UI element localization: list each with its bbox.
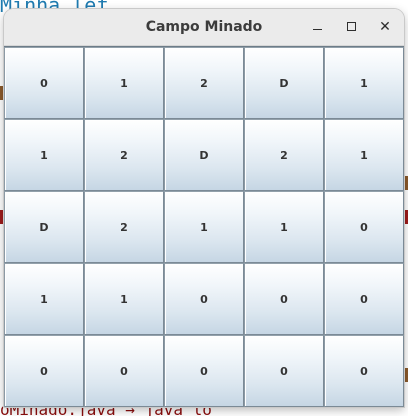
- cell-r3-c1[interactable]: D: [4, 191, 84, 263]
- cell-r1-c3[interactable]: 2: [164, 47, 244, 119]
- cell-r3-c5[interactable]: 0: [324, 191, 404, 263]
- cell-r5-c3[interactable]: 0: [164, 335, 244, 407]
- cell-r1-c5[interactable]: 1: [324, 47, 404, 119]
- cell-r1-c4[interactable]: D: [244, 47, 324, 119]
- maximize-button[interactable]: [340, 16, 362, 38]
- cell-r5-c5[interactable]: 0: [324, 335, 404, 407]
- cell-r2-c5[interactable]: 1: [324, 119, 404, 191]
- cell-r3-c3[interactable]: 1: [164, 191, 244, 263]
- minefield-grid: 0 1 2 D 1 1 2 D 2 1 D 2 1 1 0 1 1 0 0 0 …: [4, 46, 404, 407]
- cell-r2-c1[interactable]: 1: [4, 119, 84, 191]
- cell-r5-c2[interactable]: 0: [84, 335, 164, 407]
- close-button[interactable]: ✕: [374, 16, 396, 38]
- close-icon: ✕: [379, 19, 391, 35]
- app-window: Campo Minado ✕ 0 1 2 D 1 1 2 D 2 1 D 2 1…: [4, 9, 404, 407]
- cell-r1-c1[interactable]: 0: [4, 47, 84, 119]
- cell-r4-c4[interactable]: 0: [244, 263, 324, 335]
- cell-r4-c3[interactable]: 0: [164, 263, 244, 335]
- cell-r3-c2[interactable]: 2: [84, 191, 164, 263]
- cell-r4-c2[interactable]: 1: [84, 263, 164, 335]
- cell-r5-c1[interactable]: 0: [4, 335, 84, 407]
- cell-r2-c2[interactable]: 2: [84, 119, 164, 191]
- title-bar[interactable]: Campo Minado ✕: [4, 9, 404, 46]
- cell-r4-c5[interactable]: 0: [324, 263, 404, 335]
- minimize-icon: [312, 29, 322, 30]
- cell-r5-c4[interactable]: 0: [244, 335, 324, 407]
- cell-r1-c2[interactable]: 1: [84, 47, 164, 119]
- cell-r2-c4[interactable]: 2: [244, 119, 324, 191]
- cell-r3-c4[interactable]: 1: [244, 191, 324, 263]
- cell-r4-c1[interactable]: 1: [4, 263, 84, 335]
- maximize-icon: [346, 22, 356, 31]
- cell-r2-c3[interactable]: D: [164, 119, 244, 191]
- minimize-button[interactable]: [306, 16, 328, 38]
